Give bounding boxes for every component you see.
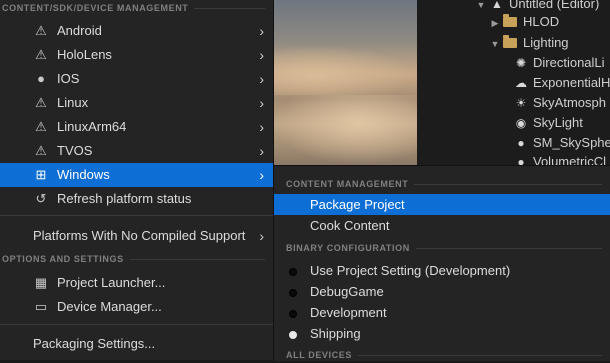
radio-button[interactable] <box>289 289 297 297</box>
viewport-dune <box>272 45 417 95</box>
apple-icon: ● <box>37 71 45 86</box>
world-outliner[interactable]: ▼ ▲ Untitled (Editor) ▶ HLOD ▼ Lighting ✺ Dir… <box>417 0 610 169</box>
folder-open-icon <box>503 35 517 48</box>
menu-item-config-project-setting[interactable]: Use Project Setting (Development) <box>274 260 610 281</box>
outliner-row-directional-light[interactable]: ✺ DirectionalLi <box>513 53 605 73</box>
menu-item-device-manager[interactable]: ▭ Device Manager... <box>0 295 273 319</box>
collapse-arrow-icon[interactable]: ▼ <box>475 0 487 15</box>
divider <box>415 247 602 249</box>
collapse-arrow-icon[interactable]: ▼ <box>489 34 501 54</box>
skylight-icon: ◉ <box>515 116 527 130</box>
outliner-row-skylight[interactable]: ◉ SkyLight <box>513 113 583 133</box>
warning-icon: ⚠ <box>35 47 47 62</box>
warning-icon: ⚠ <box>35 143 47 158</box>
folder-icon <box>503 14 517 27</box>
directional-light-icon: ✺ <box>515 56 527 70</box>
outliner-row-lighting[interactable]: ▼ Lighting <box>489 33 569 53</box>
menu-item-config-debuggame[interactable]: DebugGame <box>274 281 610 302</box>
static-mesh-icon: ● <box>517 136 525 150</box>
divider <box>414 183 602 185</box>
menu-item-hololens[interactable]: ⚠ HoloLens › <box>0 43 273 67</box>
outliner-row-sky-atmosphere[interactable]: ☀ SkyAtmosph <box>513 93 606 113</box>
menu-item-project-launcher[interactable]: ▦ Project Launcher... <box>0 271 273 295</box>
radio-button-selected[interactable] <box>289 331 297 339</box>
radio-button[interactable] <box>289 310 297 318</box>
exponential-fog-icon: ☁ <box>515 76 527 90</box>
chevron-right-icon: › <box>259 71 264 87</box>
section-header-content-management: CONTENT MANAGEMENT <box>274 176 610 192</box>
menu-item-packaging-settings[interactable]: Packaging Settings... <box>0 332 273 356</box>
chevron-right-icon: › <box>259 23 264 39</box>
section-header-binary-configuration: BINARY CONFIGURATION <box>274 240 610 256</box>
menu-item-no-compiled-support[interactable]: Platforms With No Compiled Support › <box>0 224 273 248</box>
menu-item-cook-content[interactable]: Cook Content <box>274 215 610 236</box>
section-header-all-devices: ALL DEVICES <box>274 347 610 363</box>
chevron-right-icon: › <box>259 143 264 159</box>
device-manager-icon: ▭ <box>34 299 48 314</box>
menu-item-linuxarm64[interactable]: ⚠ LinuxArm64 › <box>0 115 273 139</box>
level-viewport[interactable] <box>272 0 417 165</box>
chevron-right-icon: › <box>259 95 264 111</box>
divider <box>0 324 273 325</box>
menu-item-windows[interactable]: ⊞ Windows › <box>0 163 273 187</box>
chevron-right-icon: › <box>259 167 264 183</box>
menu-item-tvos[interactable]: ⚠ TVOS › <box>0 139 273 163</box>
viewport-dune <box>272 95 417 165</box>
section-header-options: OPTIONS AND SETTINGS <box>0 251 273 267</box>
warning-icon: ⚠ <box>35 95 47 110</box>
chevron-right-icon: › <box>259 47 264 63</box>
chevron-right-icon: › <box>259 119 264 135</box>
divider <box>357 354 602 356</box>
platforms-menu: CONTENT/SDK/DEVICE MANAGEMENT ⚠ Android … <box>0 0 274 360</box>
warning-icon: ⚠ <box>35 119 47 134</box>
menu-item-linux[interactable]: ⚠ Linux › <box>0 91 273 115</box>
menu-item-config-shipping[interactable]: Shipping <box>274 323 610 344</box>
section-header-content-sdk: CONTENT/SDK/DEVICE MANAGEMENT <box>0 0 273 16</box>
menu-item-android[interactable]: ⚠ Android › <box>0 19 273 43</box>
refresh-icon: ↺ <box>35 191 47 206</box>
menu-item-config-development[interactable]: Development <box>274 302 610 323</box>
menu-item-ios[interactable]: ● IOS › <box>0 67 273 91</box>
chevron-right-icon: › <box>259 228 264 244</box>
divider <box>0 215 273 216</box>
divider <box>194 7 265 9</box>
outliner-row-exponential-fog[interactable]: ☁ ExponentialH <box>513 73 610 93</box>
windows-icon: ⊞ <box>35 167 47 182</box>
divider <box>129 258 265 260</box>
sky-atmosphere-icon: ☀ <box>515 96 527 110</box>
menu-item-package-project[interactable]: Package Project <box>274 194 610 215</box>
warning-icon: ⚠ <box>35 23 47 38</box>
windows-submenu: CONTENT MANAGEMENT Package Project Cook … <box>274 165 610 361</box>
project-launcher-icon: ▦ <box>34 275 48 290</box>
expand-arrow-icon[interactable]: ▶ <box>489 13 501 33</box>
menu-item-refresh-platform-status[interactable]: ↺ Refresh platform status <box>0 187 273 211</box>
outliner-row-hlod[interactable]: ▶ HLOD <box>489 12 559 32</box>
outliner-row-sky-sphere[interactable]: ● SM_SkySphe <box>513 133 610 153</box>
radio-button[interactable] <box>289 268 297 276</box>
